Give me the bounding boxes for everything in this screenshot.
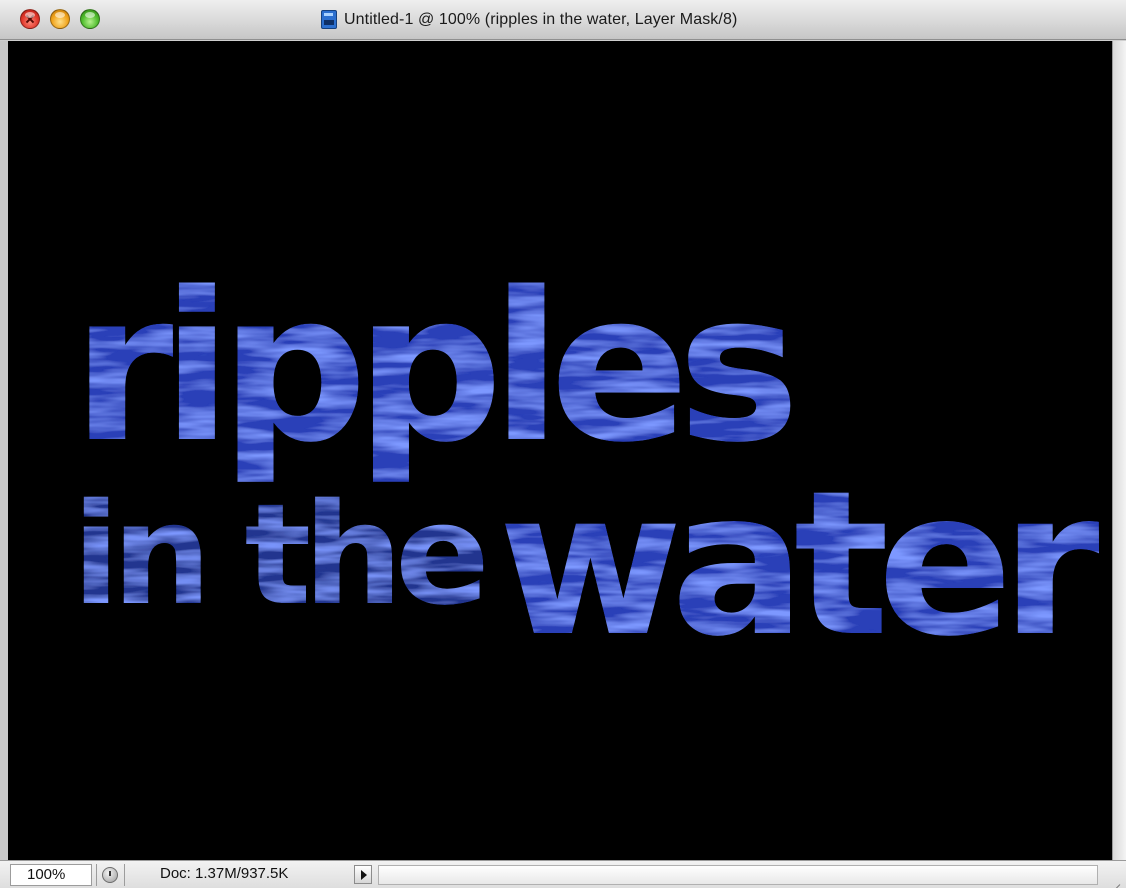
title-bar[interactable]: Untitled-1 @ 100% (ripples in the water,… bbox=[0, 0, 1126, 40]
photoshop-document-icon bbox=[318, 10, 340, 30]
horizontal-scrollbar[interactable] bbox=[378, 865, 1098, 885]
clock-icon[interactable] bbox=[102, 867, 118, 883]
canvas-text-water: water bbox=[498, 448, 1100, 681]
window-right-edge bbox=[1112, 41, 1126, 860]
status-bar: 100% Doc: 1.37M/937.5K bbox=[0, 860, 1126, 888]
photoshop-document-window: Untitled-1 @ 100% (ripples in the water,… bbox=[0, 0, 1126, 888]
ripple-text-artwork: ripples in the water bbox=[72, 248, 1112, 681]
status-menu-button[interactable] bbox=[354, 865, 372, 884]
window-left-edge bbox=[0, 41, 8, 860]
status-divider bbox=[124, 864, 125, 886]
window-title-text: Untitled-1 @ 100% (ripples in the water,… bbox=[344, 11, 738, 28]
close-icon[interactable] bbox=[20, 9, 40, 29]
document-canvas[interactable]: ripples in the water bbox=[8, 41, 1112, 860]
zoom-level-field[interactable]: 100% bbox=[10, 864, 92, 886]
canvas-text-in-the: in the bbox=[72, 474, 484, 637]
window-title: Untitled-1 @ 100% (ripples in the water,… bbox=[318, 9, 737, 31]
resize-grip-icon[interactable] bbox=[1100, 863, 1122, 887]
status-divider bbox=[96, 864, 97, 886]
minimize-icon[interactable] bbox=[50, 9, 70, 29]
document-size-info: Doc: 1.37M/937.5K bbox=[160, 865, 289, 882]
zoom-icon[interactable] bbox=[80, 9, 100, 29]
